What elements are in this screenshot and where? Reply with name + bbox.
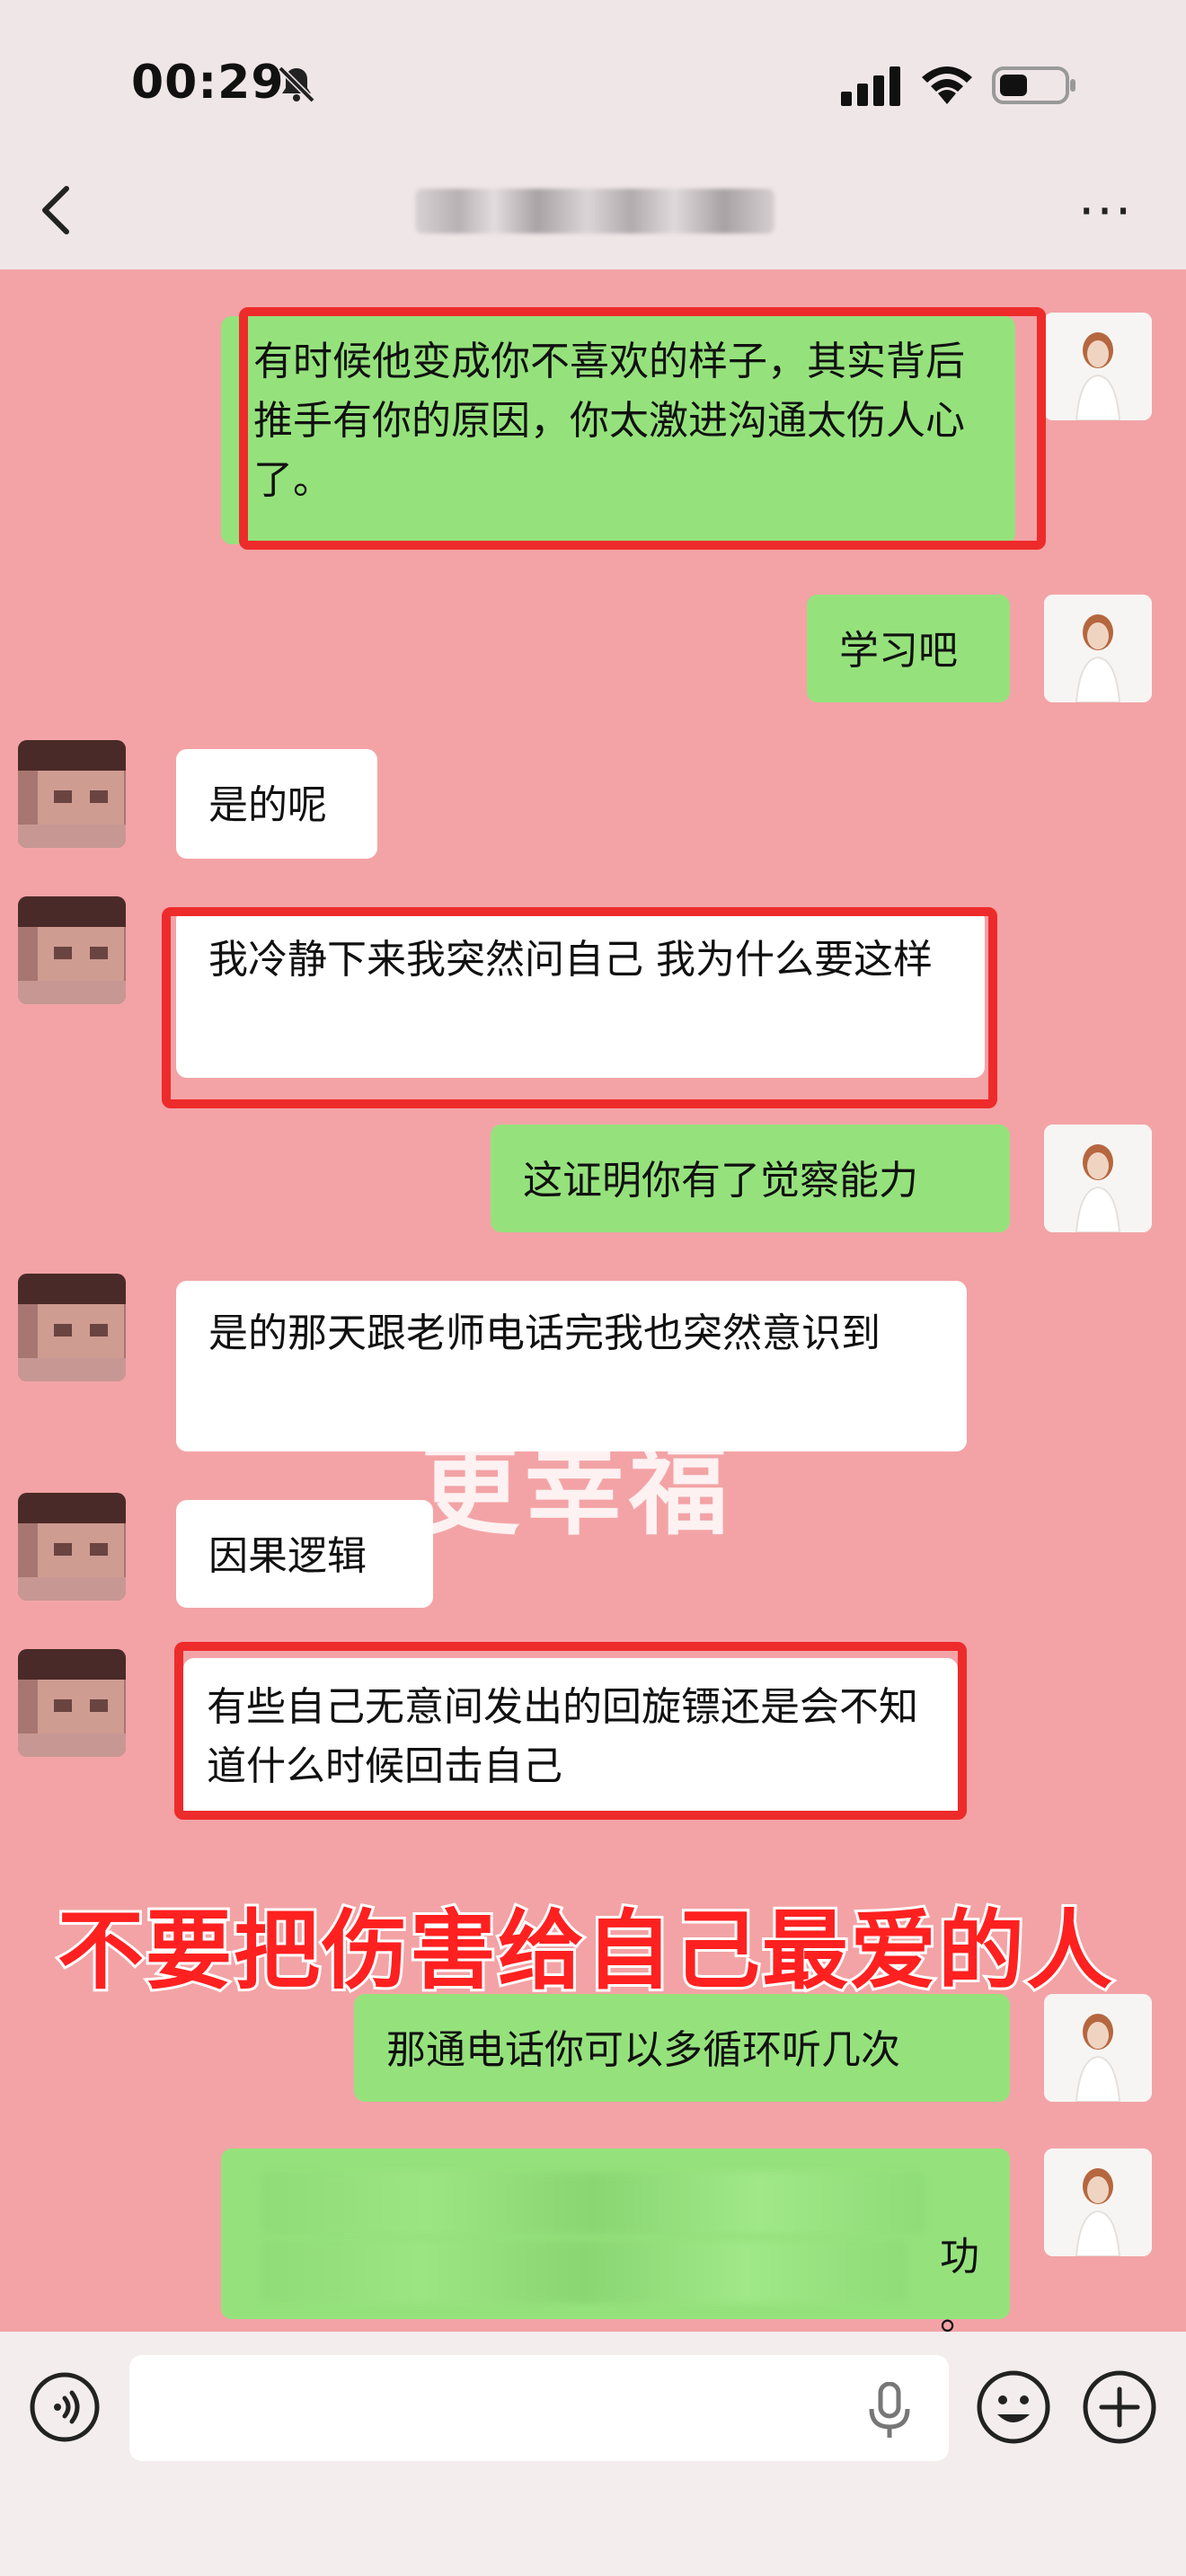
message-bubble-self[interactable]: 那通电话你可以多循环听几次 [354, 1994, 1010, 2102]
message-bubble-other[interactable]: 是的呢 [176, 749, 377, 859]
contact-avatar[interactable] [18, 1649, 126, 1757]
message-text: 是的那天跟老师电话完我也突然意识到 [208, 1310, 881, 1356]
contact-avatar[interactable] [18, 740, 126, 848]
highlight-frame [162, 907, 997, 1108]
self-avatar[interactable] [1044, 1125, 1152, 1232]
contact-avatar[interactable] [18, 1493, 126, 1601]
message-text: 那通电话你可以多循环听几次 [386, 2027, 900, 2073]
watermark-text: 更幸福 [420, 1433, 733, 1548]
contact-avatar[interactable] [18, 1274, 126, 1381]
wifi-icon [922, 66, 972, 104]
cellular-signal-icon [841, 66, 900, 106]
blurred-text-region [261, 2240, 907, 2303]
message-input[interactable] [129, 2355, 949, 2461]
message-bubble-other[interactable]: 因果逻辑 [176, 1500, 433, 1608]
overlay-caption: 不要把伤害给自己最爱的人 [55, 1898, 1115, 2004]
self-avatar[interactable] [1044, 2148, 1152, 2256]
message-text: 功 。 [940, 2234, 979, 2339]
chat-title-blurred [415, 189, 774, 234]
chevron-left-icon[interactable] [36, 183, 75, 237]
self-avatar[interactable] [1044, 595, 1152, 702]
plus-circle-icon[interactable] [1082, 2369, 1157, 2445]
voice-mode-icon[interactable] [29, 2371, 101, 2443]
battery-icon [992, 66, 1075, 104]
emoji-icon[interactable] [976, 2369, 1051, 2445]
message-text: 是的呢 [208, 782, 327, 828]
message-bubble-self[interactable]: 学习吧 [807, 595, 1010, 702]
more-options-button[interactable]: ··· [1078, 185, 1133, 237]
blurred-text-region [261, 2172, 925, 2235]
message-bubble-self[interactable]: 这证明你有了觉察能力 [491, 1125, 1010, 1232]
status-time: 00:29 [131, 56, 285, 110]
highlight-frame [239, 307, 1046, 550]
message-text: 学习吧 [839, 628, 958, 674]
self-avatar[interactable] [1044, 313, 1152, 420]
self-avatar[interactable] [1044, 1994, 1152, 2102]
microphone-icon[interactable] [864, 2382, 915, 2439]
contact-avatar[interactable] [18, 896, 126, 1004]
highlight-frame [174, 1642, 967, 1820]
message-text: 这证明你有了觉察能力 [523, 1158, 918, 1204]
bell-muted-icon [278, 66, 315, 103]
message-text: 因果逻辑 [208, 1533, 367, 1579]
